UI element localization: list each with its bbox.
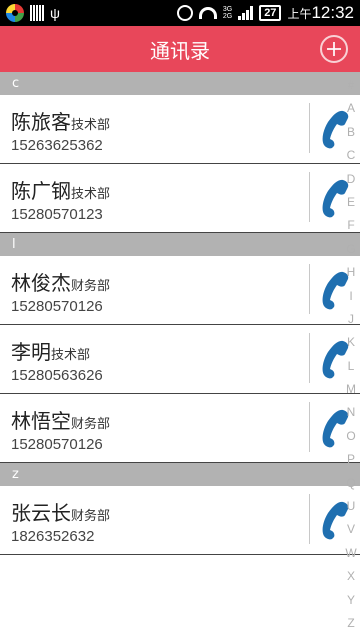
contact-row[interactable]: 林悟空财务部 15280570126: [0, 394, 360, 463]
contact-department: 技术部: [71, 118, 111, 133]
usb-icon: ψ: [50, 5, 60, 21]
contact-name-line: 李明技术部: [11, 336, 90, 365]
index-letter[interactable]: #: [348, 74, 355, 97]
contact-name: 陈旅客: [11, 110, 71, 134]
row-divider: [309, 103, 310, 153]
contact-name: 林悟空: [11, 409, 71, 433]
clock-ampm: 上午: [287, 7, 312, 21]
index-letter[interactable]: I: [349, 285, 352, 308]
index-letter[interactable]: P: [347, 448, 355, 471]
contact-phone: 15280570126: [11, 298, 103, 315]
app-header: 通讯录: [0, 26, 360, 72]
contact-department: 财务部: [71, 509, 111, 524]
index-letter[interactable]: Y: [347, 589, 355, 612]
index-letter[interactable]: Q: [346, 472, 355, 495]
signal-icon: [238, 6, 254, 20]
contact-row[interactable]: 张云长财务部 1826352632: [0, 486, 360, 555]
contact-row[interactable]: 陈旅客技术部 15263625362: [0, 95, 360, 164]
index-letter[interactable]: A: [347, 97, 355, 120]
contact-name-line: 林悟空财务部: [11, 405, 110, 434]
contact-phone: 15280563626: [11, 367, 103, 384]
app-notification-icon: [6, 4, 24, 22]
section-header-c: c: [0, 72, 360, 95]
status-clock: 上午12:32: [287, 3, 354, 23]
index-letter[interactable]: D: [347, 168, 356, 191]
index-letter[interactable]: Z: [347, 612, 354, 635]
index-letter[interactable]: O: [346, 425, 355, 448]
row-divider: [309, 402, 310, 452]
contact-name-line: 林俊杰财务部: [11, 267, 110, 296]
alarm-icon: [176, 5, 193, 21]
status-bar: ψ 3G 2G 27 上午12:32: [0, 0, 360, 26]
contact-phone: 15263625362: [11, 137, 103, 154]
index-letter[interactable]: E: [347, 191, 355, 214]
contact-name-line: 张云长财务部: [11, 497, 110, 526]
barcode-icon: [30, 5, 44, 21]
alphabet-index[interactable]: # A B C D E F G H I J K L M N O P Q U V W X Y Z: [342, 72, 360, 640]
index-letter[interactable]: J: [348, 308, 354, 331]
row-divider: [309, 172, 310, 222]
contact-phone: 15280570126: [11, 436, 103, 453]
index-letter[interactable]: K: [347, 331, 355, 354]
add-contact-button[interactable]: [320, 35, 348, 63]
index-letter[interactable]: F: [347, 214, 354, 237]
index-letter[interactable]: V: [347, 518, 355, 541]
contact-phone: 15280570123: [11, 206, 103, 223]
index-letter[interactable]: C: [347, 144, 356, 167]
contact-name: 张云长: [11, 501, 71, 525]
page-title: 通讯录: [150, 38, 210, 63]
row-divider: [309, 333, 310, 383]
row-divider: [309, 494, 310, 544]
contact-name: 林俊杰: [11, 271, 71, 295]
contact-phone: 1826352632: [11, 528, 95, 545]
wifi-icon: [198, 7, 217, 19]
index-letter[interactable]: N: [347, 401, 356, 424]
network-type-2g: 2G: [222, 13, 233, 20]
index-letter[interactable]: G: [346, 238, 355, 261]
contact-name: 李明: [11, 340, 51, 364]
index-letter[interactable]: X: [347, 565, 355, 588]
contact-department: 技术部: [51, 348, 91, 363]
clock-time: 12:32: [311, 3, 354, 22]
contact-row[interactable]: 林俊杰财务部 15280570126: [0, 256, 360, 325]
contact-name-line: 陈旅客技术部: [11, 106, 110, 135]
section-header-z: z: [0, 463, 360, 486]
contact-name-line: 陈广钢技术部: [11, 175, 110, 204]
contact-row[interactable]: 陈广钢技术部 15280570123: [0, 164, 360, 233]
contact-row[interactable]: 李明技术部 15280563626: [0, 325, 360, 394]
battery-icon: 27: [259, 5, 282, 21]
index-letter[interactable]: L: [348, 355, 355, 378]
contact-department: 财务部: [71, 279, 111, 294]
contact-department: 财务部: [71, 417, 111, 432]
contact-list[interactable]: c 陈旅客技术部 15263625362 陈广钢技术部 15280570123 …: [0, 72, 360, 555]
network-type-3g: 3G: [222, 6, 233, 13]
network-type: 3G 2G: [223, 6, 232, 20]
index-letter[interactable]: U: [347, 495, 356, 518]
index-letter[interactable]: W: [345, 542, 356, 565]
contact-department: 技术部: [71, 187, 111, 202]
contact-name: 陈广钢: [11, 179, 71, 203]
index-letter[interactable]: H: [347, 261, 356, 284]
row-divider: [309, 264, 310, 314]
index-letter[interactable]: B: [347, 121, 355, 144]
index-letter[interactable]: M: [346, 378, 356, 401]
section-header-l: l: [0, 233, 360, 256]
